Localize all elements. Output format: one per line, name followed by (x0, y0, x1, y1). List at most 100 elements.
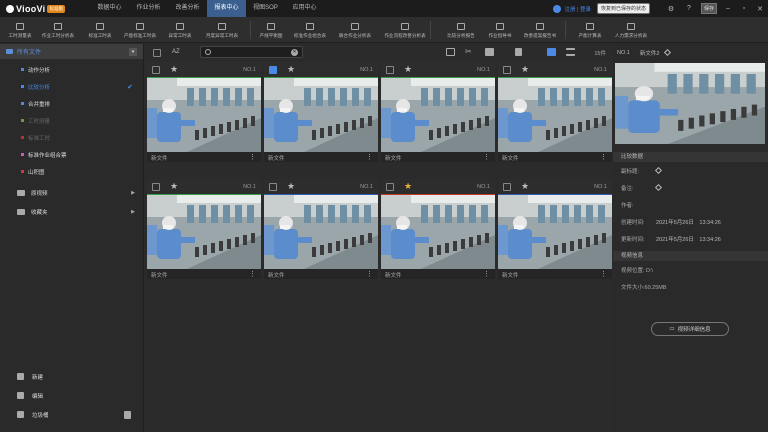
restore-state-button[interactable]: 恢复到已保存的状态 (596, 3, 650, 14)
settings-gear-icon[interactable]: ⚙ (666, 4, 676, 14)
nav-item-2[interactable]: 改善分析 (168, 0, 207, 17)
toolbar-report-11[interactable]: 作业指导书 (480, 17, 520, 43)
empty-trash-icon[interactable] (124, 410, 131, 419)
card-thumbnail[interactable] (147, 195, 261, 269)
grid-view-icon[interactable] (547, 48, 556, 56)
more-options-icon[interactable]: ⋮ (483, 153, 490, 161)
list-view-icon[interactable] (566, 48, 575, 56)
new-button[interactable]: 新建 (0, 367, 144, 386)
card-thumbnail[interactable] (147, 78, 261, 152)
star-icon[interactable]: ★ (170, 64, 178, 75)
save-dropdown[interactable]: 保存 (700, 3, 717, 14)
toolbar-report-8[interactable]: 联合作业分析表 (335, 17, 375, 43)
more-options-icon[interactable]: ⋮ (366, 153, 373, 161)
card-checkbox[interactable] (386, 183, 394, 191)
toolbar-report-14[interactable]: 人力需求分析表 (611, 17, 651, 43)
sidebar-item-4[interactable]: 标准工时 (0, 129, 143, 146)
card-checkbox[interactable] (386, 66, 394, 74)
toolbar-report-0[interactable]: 工时测量表 (0, 17, 40, 43)
card-checkbox[interactable] (503, 183, 511, 191)
file-card[interactable]: ★ NO.1 新文件 ⋮ (498, 179, 612, 279)
nav-item-1[interactable]: 作业分析 (129, 0, 168, 17)
file-card[interactable]: ★ NO.1 新文件 ⋮ (381, 179, 495, 279)
toolbar-report-3[interactable]: 产能标准工时表 (120, 17, 160, 43)
card-checkbox[interactable] (152, 183, 160, 191)
star-icon[interactable]: ★ (521, 64, 529, 75)
login-link[interactable]: 注册 | 登录 (564, 5, 591, 13)
file-count: 15件 (594, 51, 606, 57)
card-thumbnail[interactable] (498, 195, 612, 269)
cut-icon[interactable]: ✂ (465, 47, 474, 56)
sidebar-item-0[interactable]: 动作分析 (0, 61, 143, 78)
nav-item-0[interactable]: 数据中心 (90, 0, 129, 17)
delete-icon[interactable] (515, 48, 522, 56)
file-card[interactable]: ★ NO.1 新文件 ⋮ (147, 62, 261, 162)
star-icon[interactable]: ★ (170, 181, 178, 192)
close-icon[interactable]: ✕ (752, 5, 768, 13)
star-icon[interactable]: ★ (287, 64, 295, 75)
file-card[interactable]: ★ NO.1 新文件 ⋮ (147, 179, 261, 279)
pencil-icon[interactable] (654, 166, 663, 175)
sidebar-group-source-video[interactable]: 原视频 ▶ (0, 183, 143, 202)
star-icon[interactable]: ★ (404, 64, 412, 75)
avatar-icon[interactable] (553, 4, 562, 13)
toolbar-report-4[interactable]: 异常工时表 (160, 17, 200, 43)
toolbar-report-1[interactable]: 作业工时分析表 (38, 17, 78, 43)
card-checkbox[interactable] (152, 66, 160, 74)
nav-item-4[interactable]: 视图SOP (246, 0, 285, 17)
file-card[interactable]: ★ NO.1 新文件 ⋮ (498, 62, 612, 162)
more-options-icon[interactable]: ⋮ (249, 153, 256, 161)
card-thumbnail[interactable] (264, 195, 378, 269)
select-all-checkbox[interactable] (153, 49, 161, 57)
search-box[interactable]: ✕ (200, 46, 303, 58)
toolbar-report-7[interactable]: 标准作业组合表 (290, 17, 330, 43)
sidebar-item-3[interactable]: 工时测量 (0, 112, 143, 129)
more-options-icon[interactable]: ⋮ (483, 270, 490, 278)
toolbar-report-2[interactable]: 标准工时表 (80, 17, 120, 43)
sort-az-button[interactable]: AZ (172, 49, 180, 55)
help-icon[interactable]: ? (684, 4, 694, 14)
file-card[interactable]: ★ NO.1 新文件 ⋮ (264, 62, 378, 162)
sidebar-item-2[interactable]: 合并重排 (0, 95, 143, 112)
card-thumbnail[interactable] (381, 78, 495, 152)
toolbar-report-6[interactable]: 产线平衡图 (251, 17, 291, 43)
card-checkbox[interactable] (269, 183, 277, 191)
toolbar-report-12[interactable]: 改善提案报告书 (520, 17, 560, 43)
sidebar-item-1[interactable]: 比较分析 ✔ (0, 78, 143, 95)
star-icon[interactable]: ★ (521, 181, 529, 192)
star-icon[interactable]: ★ (287, 181, 295, 192)
clear-search-icon[interactable]: ✕ (291, 49, 298, 56)
chevron-down-icon[interactable]: ▾ (129, 47, 137, 56)
more-options-icon[interactable]: ⋮ (366, 270, 373, 278)
card-checkbox[interactable] (503, 66, 511, 74)
copy-icon[interactable] (446, 48, 455, 56)
star-icon[interactable]: ★ (404, 181, 412, 192)
sidebar-item-5[interactable]: 标准作业组合票 (0, 146, 143, 163)
file-card[interactable]: ★ NO.1 新文件 ⋮ (381, 62, 495, 162)
sidebar-root-folder[interactable]: 所有文件 ▾ (0, 44, 143, 59)
sidebar-group-favorites[interactable]: 收藏夹 ▶ (0, 202, 143, 221)
minimize-icon[interactable]: – (720, 5, 736, 12)
more-options-icon[interactable]: ⋮ (249, 270, 256, 278)
nav-item-5[interactable]: 应用中心 (285, 0, 324, 17)
card-checkbox[interactable] (269, 66, 277, 74)
edit-button[interactable]: 编辑 (0, 386, 144, 405)
more-options-icon[interactable]: ⋮ (600, 153, 607, 161)
pencil-icon[interactable] (664, 48, 672, 57)
card-thumbnail[interactable] (498, 78, 612, 152)
toolbar-report-5[interactable]: 月度异常工时表 (202, 17, 242, 43)
video-details-button[interactable]: ▭ 视频详细信息 (651, 322, 729, 336)
card-thumbnail[interactable] (264, 78, 378, 152)
card-thumbnail[interactable] (381, 195, 495, 269)
file-card[interactable]: ★ NO.1 新文件 ⋮ (264, 179, 378, 279)
toolbar-report-10[interactable]: 比较分析报告 (441, 17, 481, 43)
toolbar-report-9[interactable]: 作业流程改善分析表 (384, 17, 426, 43)
pencil-icon[interactable] (654, 183, 663, 192)
more-options-icon[interactable]: ⋮ (600, 270, 607, 278)
paste-icon[interactable] (485, 48, 494, 56)
sidebar-item-6[interactable]: 山积图 (0, 163, 143, 180)
trash-button[interactable]: 垃圾桶 (0, 405, 144, 424)
nav-item-3[interactable]: 报表中心 (207, 0, 246, 17)
maximize-icon[interactable]: ▫ (736, 5, 752, 12)
toolbar-report-13[interactable]: 产能计算表 (570, 17, 610, 43)
